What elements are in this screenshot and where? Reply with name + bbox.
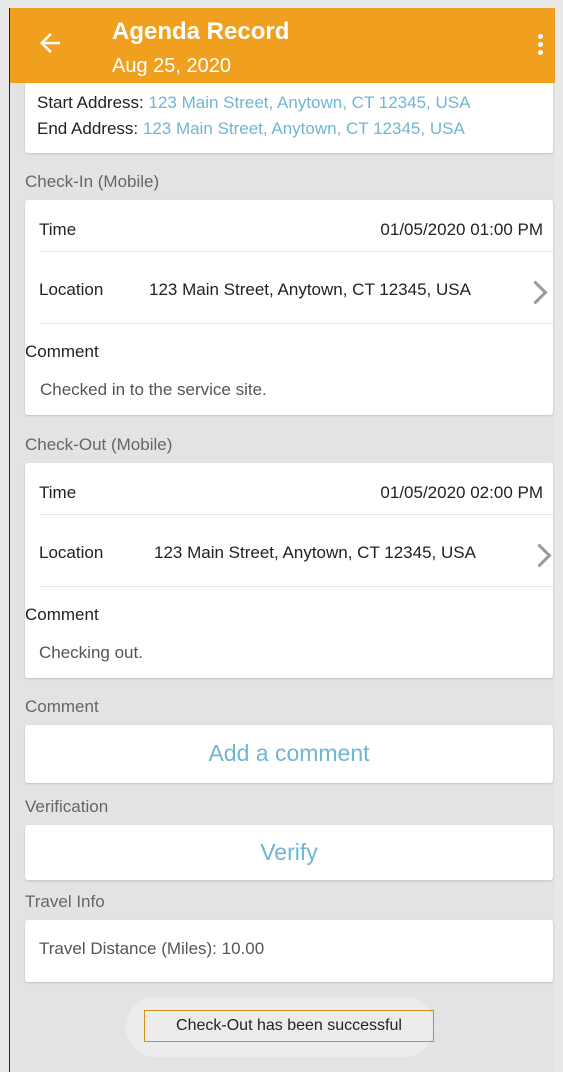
toast-message: Check-Out has been successful <box>144 1010 434 1042</box>
start-address-value[interactable]: 123 Main Street, Anytown, CT 12345, USA <box>149 93 471 112</box>
start-address-label: Start Address: <box>37 93 144 112</box>
checkout-comment-label: Comment <box>25 605 99 624</box>
travel-distance: Travel Distance (Miles): 10.00 <box>39 939 265 958</box>
checkout-location-row[interactable]: Location 123 Main Street, Anytown, CT 12… <box>25 543 553 568</box>
checkout-time-value: 01/05/2020 02:00 PM <box>380 483 543 502</box>
checkin-time-value: 01/05/2020 01:00 PM <box>380 220 543 239</box>
checkin-comment-value: Checked in to the service site. <box>40 380 267 399</box>
end-address-label: End Address: <box>37 119 139 138</box>
arrow-left-icon[interactable] <box>35 28 65 58</box>
checkout-section-label: Check-Out (Mobile) <box>25 435 173 454</box>
app-bar: Agenda Record Aug 25, 2020 <box>10 8 555 83</box>
checkout-location-label: Location <box>39 543 104 562</box>
checkin-section-label: Check-In (Mobile) <box>25 172 160 191</box>
divider <box>39 514 553 515</box>
travel-card: Travel Distance (Miles): 10.00 <box>25 920 553 982</box>
checkout-time-label: Time <box>39 483 77 502</box>
checkin-time-label: Time <box>39 220 77 239</box>
chevron-right-icon[interactable] <box>527 543 552 568</box>
page-title: Agenda Record <box>112 18 290 45</box>
verify-label: Verify <box>260 839 318 865</box>
divider <box>39 323 553 324</box>
app-screen: Agenda Record Aug 25, 2020 Start Address… <box>9 8 555 1072</box>
comment-section-label: Comment <box>25 697 99 716</box>
address-card: Start Address: 123 Main Street, Anytown,… <box>25 83 553 153</box>
end-address-value[interactable]: 123 Main Street, Anytown, CT 12345, USA <box>143 119 465 138</box>
checkout-comment-value: Checking out. <box>39 643 143 662</box>
add-comment-label: Add a comment <box>208 740 370 766</box>
checkin-location-row[interactable]: Location 123 Main Street, Anytown, CT 12… <box>25 280 553 305</box>
verify-button[interactable]: Verify <box>25 825 553 880</box>
travel-section-label: Travel Info <box>25 892 105 911</box>
chevron-right-icon[interactable] <box>523 280 548 305</box>
checkout-card: Time 01/05/2020 02:00 PM Location 123 Ma… <box>25 463 553 678</box>
more-vertical-icon[interactable] <box>535 34 545 60</box>
checkout-location-value[interactable]: 123 Main Street, Anytown, CT 12345, USA <box>154 543 476 563</box>
checkin-comment-label: Comment <box>25 342 99 361</box>
end-address-row: End Address: 123 Main Street, Anytown, C… <box>37 119 465 139</box>
add-comment-button[interactable]: Add a comment <box>25 725 553 783</box>
checkin-card: Time 01/05/2020 01:00 PM Location 123 Ma… <box>25 200 553 415</box>
verification-section-label: Verification <box>25 797 109 816</box>
checkin-location-label: Location <box>39 280 104 299</box>
divider <box>39 586 553 587</box>
checkin-location-value[interactable]: 123 Main Street, Anytown, CT 12345, USA <box>149 280 471 300</box>
start-address-row: Start Address: 123 Main Street, Anytown,… <box>37 93 470 113</box>
toast: Check-Out has been successful <box>126 997 434 1057</box>
divider <box>39 251 553 252</box>
page-date: Aug 25, 2020 <box>112 55 231 77</box>
